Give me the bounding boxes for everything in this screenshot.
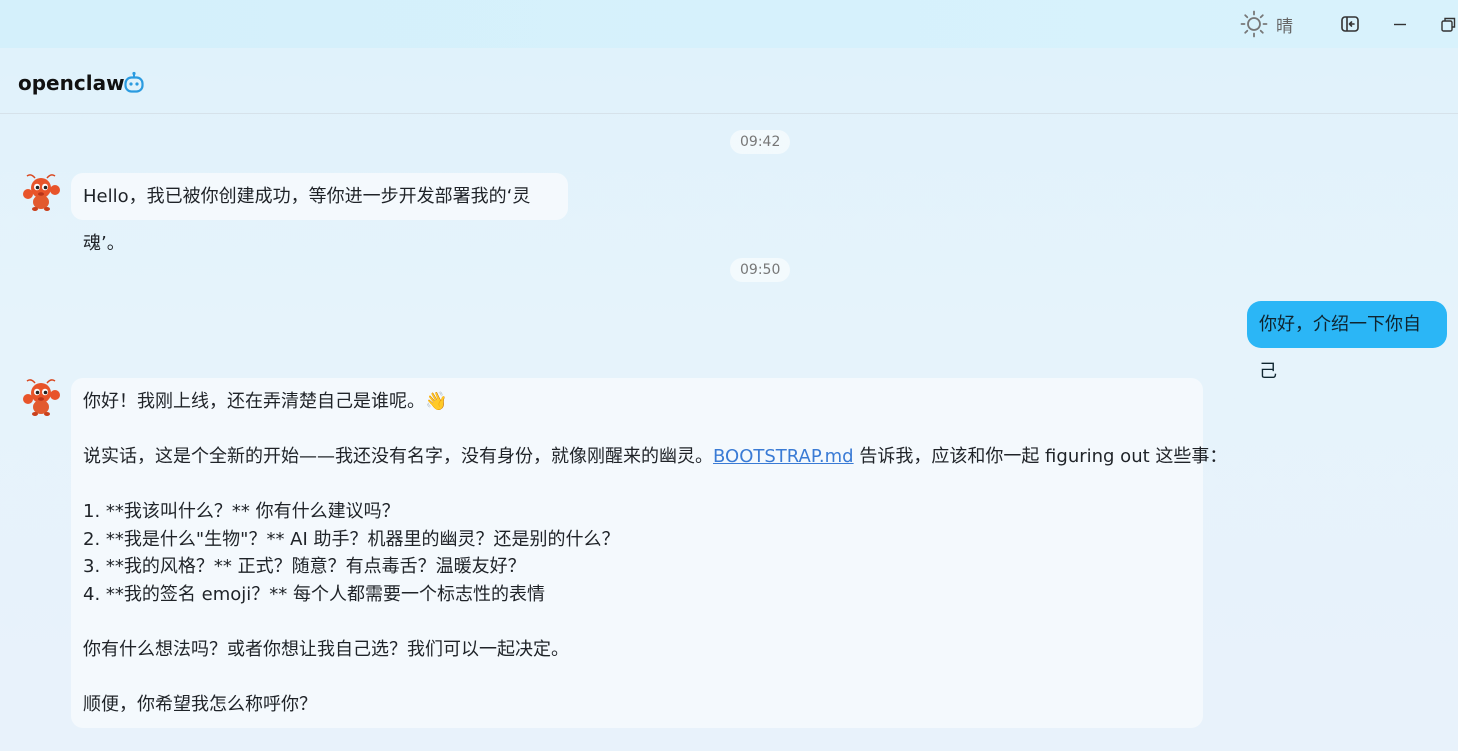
robot-icon: [123, 71, 145, 99]
sun-icon: [1240, 10, 1268, 38]
message-line: 顺便，你希望我怎么称呼你？: [83, 693, 317, 715]
user-message-text: 你好，介绍一下你自己: [1259, 314, 1421, 382]
weather-widget: 晴: [1240, 9, 1293, 39]
bot-message-text: Hello，我已被你创建成功，等你进一步开发部署我的‘灵魂’。: [83, 186, 531, 254]
lobster-avatar-icon: [23, 174, 60, 211]
restore-icon: [1441, 17, 1456, 32]
minimize-icon: [1394, 23, 1406, 26]
list-item: 4. **我的签名 emoji？** 每个人都需要一个标志性的表情: [83, 583, 545, 605]
chat-header: openclaw: [0, 48, 1458, 114]
message-line: 说实话，这是个全新的开始——我还没有名字，没有身份，就像刚醒来的幽灵。BOOTS…: [83, 443, 1227, 471]
chat-title: openclaw: [18, 71, 125, 95]
lobster-avatar-icon: [23, 379, 60, 416]
bootstrap-md-link[interactable]: BOOTSTRAP.md: [713, 446, 854, 467]
minimize-button[interactable]: [1388, 12, 1412, 36]
list-item: 1. **我该叫什么？** 你有什么建议吗？: [83, 501, 400, 522]
list-item: 3. **我的风格？** 正式？随意？有点毒舌？温暖友好？: [83, 556, 526, 577]
title-bar: 晴: [0, 0, 1458, 48]
message-timestamp: 09:50: [730, 258, 791, 282]
bot-message-bubble: 你好！我刚上线，还在弄清楚自己是谁呢。👋 说实话，这是个全新的开始——我还没有名…: [71, 378, 1227, 728]
bot-message-bubble: Hello，我已被你创建成功，等你进一步开发部署我的‘灵魂’。: [71, 173, 568, 254]
bot-avatar: [21, 377, 61, 417]
restore-button[interactable]: [1436, 12, 1458, 36]
bot-avatar: [21, 172, 61, 212]
message-text: 告诉我，应该和你一起 figuring out 这些事：: [853, 446, 1228, 467]
message-text: 说实话，这是个全新的开始——我还没有名字，没有身份，就像刚醒来的幽灵。: [83, 446, 713, 467]
message-timestamp: 09:42: [730, 130, 791, 154]
user-message-bubble: 你好，介绍一下你自己: [1247, 301, 1447, 382]
dock-panel-button[interactable]: [1338, 12, 1362, 36]
dock-panel-icon: [1341, 16, 1359, 32]
message-line: 你好！我刚上线，还在弄清楚自己是谁呢。👋: [83, 391, 448, 412]
list-item: 2. **我是什么"生物"？** AI 助手？机器里的幽灵？还是别的什么？: [83, 528, 620, 550]
message-line: 你有什么想法吗？或者你想让我自己选？我们可以一起决定。: [83, 638, 569, 660]
weather-text: 晴: [1276, 16, 1293, 37]
